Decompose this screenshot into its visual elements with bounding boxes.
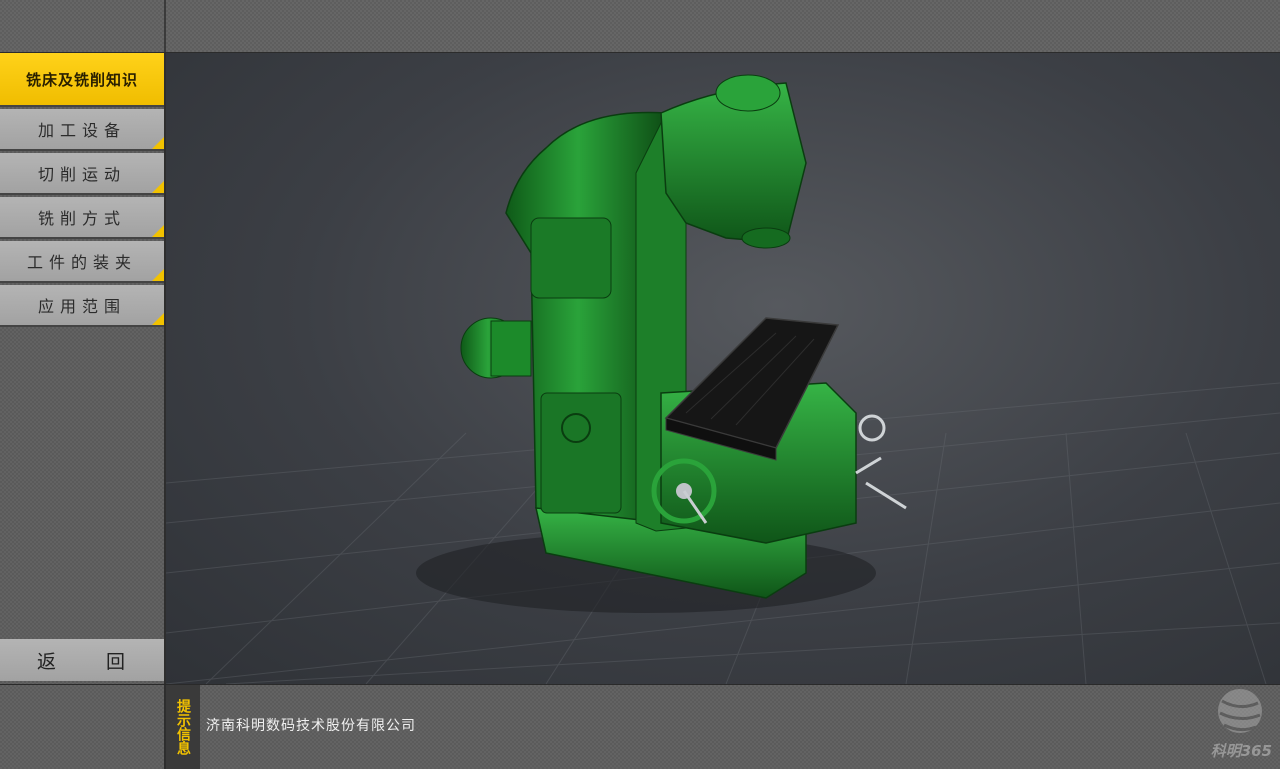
menu-item-label: 切削运动 bbox=[37, 165, 126, 184]
menu-item-milling-knowledge[interactable]: 铣床及铣削知识 bbox=[0, 53, 164, 107]
menu-item-application-range[interactable]: 应用范围 bbox=[0, 285, 164, 327]
corner-triangle-icon bbox=[152, 313, 164, 325]
menu-item-label: 铣削方式 bbox=[37, 209, 126, 228]
menu-item-label: 工件的装夹 bbox=[26, 253, 137, 272]
back-button-label: 返 回 bbox=[36, 650, 148, 673]
3d-viewport[interactable] bbox=[166, 53, 1280, 684]
bottom-left-panel bbox=[0, 685, 166, 769]
menu-item-label: 铣床及铣削知识 bbox=[25, 70, 138, 89]
menu-item-label: 应用范围 bbox=[37, 297, 126, 316]
logo-text: 科明365 bbox=[1210, 742, 1272, 760]
top-bar-divider bbox=[164, 0, 166, 52]
sidebar: 铣床及铣削知识 加工设备 切削运动 铣削方式 工件的装夹 应用范围 返 回 bbox=[0, 53, 166, 684]
corner-triangle-icon bbox=[152, 225, 164, 237]
bottom-bar: 提示信息 济南科明数码技术股份有限公司 科明365 bbox=[0, 684, 1280, 769]
top-bar bbox=[0, 0, 1280, 53]
menu-item-label: 加工设备 bbox=[37, 121, 126, 140]
corner-triangle-icon bbox=[152, 137, 164, 149]
milling-machine-model bbox=[460, 74, 907, 599]
corner-triangle-icon bbox=[152, 269, 164, 281]
menu-item-workpiece-clamping[interactable]: 工件的装夹 bbox=[0, 241, 164, 283]
menu-item-equipment[interactable]: 加工设备 bbox=[0, 109, 164, 151]
menu-item-cutting-motion[interactable]: 切削运动 bbox=[0, 153, 164, 195]
corner-triangle-icon bbox=[152, 181, 164, 193]
back-button[interactable]: 返 回 bbox=[0, 639, 164, 681]
viewport-scene bbox=[166, 74, 1280, 684]
menu-item-milling-method[interactable]: 铣削方式 bbox=[0, 197, 164, 239]
hint-text: 济南科明数码技术股份有限公司 bbox=[206, 718, 416, 734]
hint-label: 提示信息 bbox=[166, 685, 200, 769]
